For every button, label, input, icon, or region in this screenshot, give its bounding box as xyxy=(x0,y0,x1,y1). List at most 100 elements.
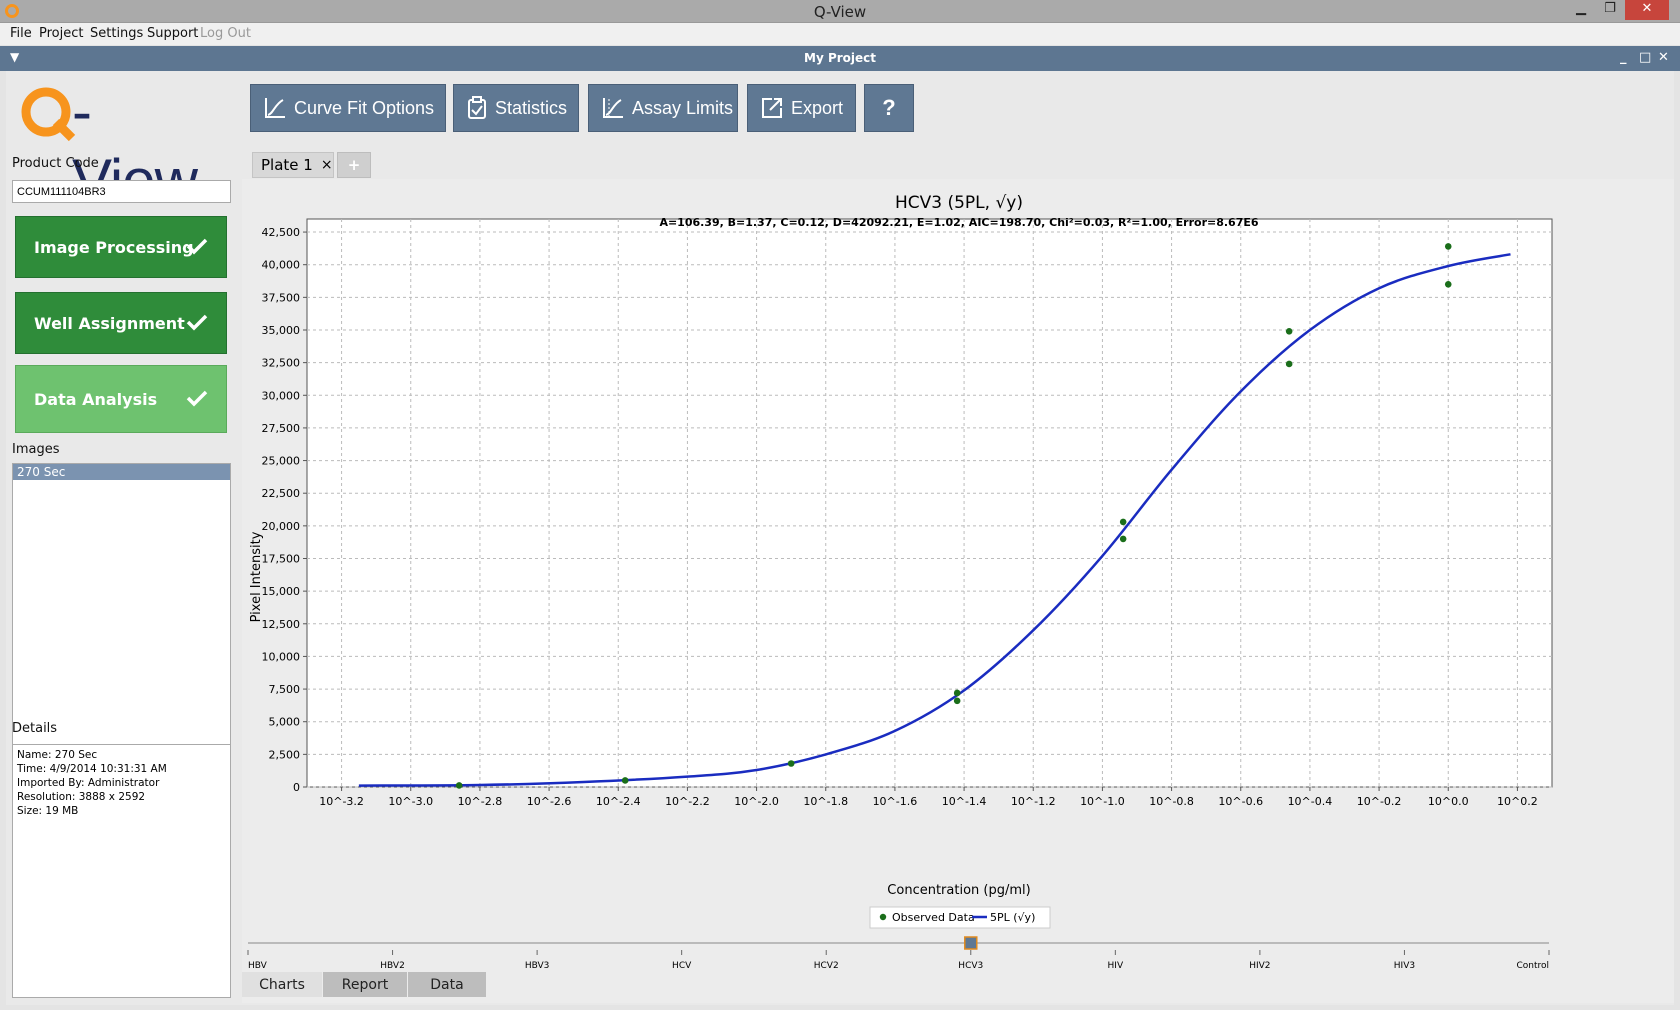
x-tick-label: 10^-1.0 xyxy=(1080,795,1125,808)
image-processing-label: Image Processing xyxy=(34,237,194,257)
project-title: My Project xyxy=(804,51,876,65)
y-tick-label: 20,000 xyxy=(262,520,301,533)
analyte-slider-label: HIV xyxy=(1108,961,1124,971)
tab-data[interactable]: Data xyxy=(408,972,486,997)
project-maximize-button[interactable]: □ xyxy=(1639,50,1651,65)
detail-imported-by: Imported By: Administrator xyxy=(17,777,160,789)
x-axis-label: Concentration (pg/ml) xyxy=(887,883,1030,898)
y-tick-label: 25,000 xyxy=(262,455,301,468)
project-titlebar: ▼ My Project _ □ ✕ xyxy=(0,46,1680,71)
y-axis-label: Pixel Intensity xyxy=(249,531,264,622)
x-tick-label: 10^0.0 xyxy=(1428,795,1469,808)
legend-observed-marker xyxy=(879,913,887,921)
detail-size: Size: 19 MB xyxy=(17,805,79,817)
analyte-slider-label: Control xyxy=(1516,961,1549,971)
observed-data-point xyxy=(1119,518,1127,526)
export-button[interactable]: Export xyxy=(747,84,856,132)
statistics-button[interactable]: Statistics xyxy=(453,84,579,132)
details-label: Details xyxy=(12,721,58,736)
detail-name: Name: 270 Sec xyxy=(17,749,98,761)
chart-panel: 0 2,500 5,000 7,500 10,000 12,500 15,000 17,500… xyxy=(242,179,1674,1003)
product-code-input[interactable] xyxy=(12,180,231,203)
well-assignment-step-button[interactable]: Well Assignment xyxy=(15,292,227,354)
help-button[interactable]: ? xyxy=(864,84,914,132)
x-tick-label: 10^-1.6 xyxy=(873,795,918,808)
y-tick-label: 0 xyxy=(293,781,300,794)
data-analysis-label: Data Analysis xyxy=(34,389,158,409)
window-title: Q-View xyxy=(813,3,867,21)
chart-subtitle: A=106.39, B=1.37, C=0.12, D=42092.21, E=… xyxy=(659,216,1258,229)
window-close-button[interactable]: ✕ xyxy=(1625,0,1669,20)
x-tick-label: 10^-2.6 xyxy=(527,795,572,808)
checkmark-icon xyxy=(186,390,208,407)
y-tick-label: 17,500 xyxy=(262,552,301,565)
x-tick-label: 10^-0.4 xyxy=(1288,795,1333,808)
observed-data-point xyxy=(953,697,961,705)
y-tick-label: 27,500 xyxy=(262,422,301,435)
project-close-button[interactable]: ✕ xyxy=(1658,50,1669,65)
tab-charts[interactable]: Charts xyxy=(242,972,322,997)
y-tick-label: 40,000 xyxy=(262,259,301,272)
y-tick-label: 32,500 xyxy=(262,357,301,370)
x-tick-label: 10^-2.0 xyxy=(734,795,779,808)
plot-area xyxy=(306,218,1553,788)
observed-data-point xyxy=(1285,327,1293,335)
window-restore-button[interactable]: ❐ xyxy=(1596,0,1624,20)
window-minimize-button[interactable]: ▁ xyxy=(1567,0,1595,20)
menu-support[interactable]: Support xyxy=(147,26,198,41)
menu-settings[interactable]: Settings xyxy=(90,26,143,41)
assay-limits-button[interactable]: Assay Limits xyxy=(588,84,738,132)
observed-data-point xyxy=(953,689,961,697)
x-tick-label: 10^-1.8 xyxy=(803,795,848,808)
x-tick-label: 10^-2.8 xyxy=(458,795,503,808)
tab-report[interactable]: Report xyxy=(323,972,407,997)
observed-data-point xyxy=(1444,243,1452,250)
y-tick-label: 22,500 xyxy=(262,487,301,500)
y-tick-label: 5,000 xyxy=(269,716,301,729)
plate-tab-label: Plate 1 xyxy=(261,156,313,174)
y-tick-label: 30,000 xyxy=(262,389,301,402)
add-plate-tab-button[interactable]: + xyxy=(337,152,371,178)
export-icon xyxy=(762,98,782,118)
menu-file[interactable]: File xyxy=(10,26,32,41)
tab-plate-1[interactable]: Plate 1 × xyxy=(252,152,334,178)
chart-svg: 0 2,500 5,000 7,500 10,000 12,500 15,000 17,500… xyxy=(247,193,1553,971)
y-tick-label: 37,500 xyxy=(262,291,301,304)
y-tick-label: 2,500 xyxy=(269,748,301,761)
analyte-slider-label: HBV xyxy=(248,961,268,971)
observed-data-point xyxy=(1285,360,1293,368)
observed-data-point xyxy=(787,760,795,767)
observed-data-point xyxy=(455,782,463,789)
chart-title: HCV3 (5PL, √y) xyxy=(895,193,1023,213)
analyte-slider-label: HIV2 xyxy=(1249,961,1270,971)
y-tick-label: 12,500 xyxy=(262,618,301,631)
x-tick-label: 10^0.2 xyxy=(1497,795,1538,808)
menu-log-out: Log Out xyxy=(200,26,251,41)
menu-project[interactable]: Project xyxy=(39,26,83,41)
tab-close-icon[interactable]: × xyxy=(321,157,333,173)
limits-chart-icon xyxy=(603,98,623,118)
q-logo-icon xyxy=(21,87,76,142)
data-analysis-step-button[interactable]: Data Analysis xyxy=(15,365,227,433)
checkmark-icon xyxy=(186,314,208,331)
curve-fit-options-button[interactable]: Curve Fit Options xyxy=(250,84,446,132)
analyte-slider-handle[interactable] xyxy=(964,936,978,950)
clipboard-icon xyxy=(468,96,486,119)
detail-time: Time: 4/9/2014 10:31:31 AM xyxy=(17,763,167,775)
x-tick-label: 10^-1.4 xyxy=(942,795,987,808)
x-tick-label: 10^-3.2 xyxy=(319,795,364,808)
image-processing-step-button[interactable]: Image Processing xyxy=(15,216,227,278)
x-tick-label: 10^-1.2 xyxy=(1011,795,1056,808)
x-tick-label: 10^-3.0 xyxy=(388,795,433,808)
statistics-label: Statistics xyxy=(495,97,568,118)
analyte-slider-label: HCV3 xyxy=(958,961,983,971)
curve-chart-icon xyxy=(265,98,285,118)
image-list-item[interactable]: 270 Sec xyxy=(13,464,230,480)
y-tick-label: 35,000 xyxy=(262,324,301,337)
detail-resolution: Resolution: 3888 x 2592 xyxy=(17,791,146,803)
y-tick-label: 10,000 xyxy=(262,650,301,663)
y-tick-label: 42,500 xyxy=(262,226,301,239)
main-area: -View Curve Fit Options Statistics Assay… xyxy=(6,71,1674,1005)
project-minimize-button[interactable]: _ xyxy=(1620,50,1627,65)
analyte-slider-label: HBV2 xyxy=(380,961,405,971)
